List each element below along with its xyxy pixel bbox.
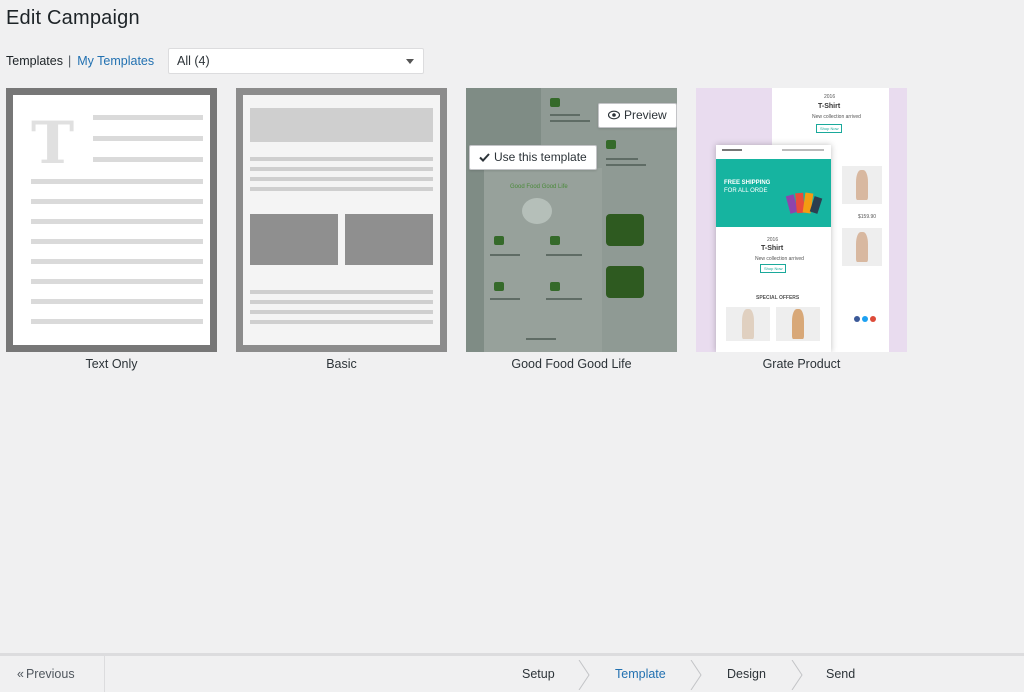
wizard-navigation-bar: « Previous Setup Template Design Send	[0, 653, 1024, 692]
template-thumbnail-basic[interactable]	[236, 88, 447, 352]
template-filter-links: Templates | My Templates	[6, 48, 154, 74]
previous-button[interactable]: « Previous	[0, 656, 105, 692]
thumb-banner-line1: FREE SHIPPING	[724, 180, 771, 186]
thumb-year-front: 2016	[767, 237, 779, 243]
template-name: Basic	[326, 357, 357, 371]
page-title: Edit Campaign	[6, 7, 140, 29]
filter-my-templates-link[interactable]: My Templates	[77, 54, 154, 68]
thumb-title-front: T-Shirt	[761, 245, 784, 252]
template-thumbnail-text-only[interactable]: T	[6, 88, 217, 352]
thumb-title: T-Shirt	[818, 103, 841, 110]
wizard-step-label: Design	[727, 667, 766, 681]
template-card-basic[interactable]: Basic	[236, 88, 447, 371]
template-card-good-food[interactable]: Good Food Good Life Preview Use this tem…	[466, 88, 677, 371]
template-card-grate-product[interactable]: 2016 T-Shirt New collection arrived Shop…	[696, 88, 907, 371]
text-glyph-icon: T	[31, 109, 75, 177]
step-separator-icon	[578, 660, 590, 690]
category-select-value: All (4)	[177, 54, 210, 68]
thumb-shop-button: Shop Now	[816, 124, 843, 133]
step-separator-icon	[690, 660, 702, 690]
use-template-button[interactable]: Use this template	[469, 145, 597, 170]
wizard-step-setup[interactable]: Setup	[522, 656, 555, 692]
wizard-step-label: Send	[826, 667, 856, 681]
thumb-shop-button-front: Shop Now	[760, 264, 787, 273]
thumb-subtitle-front: New collection arrived	[755, 256, 804, 262]
template-name: Good Food Good Life	[511, 357, 632, 371]
thumb-price: $159.90	[858, 214, 877, 220]
eye-icon	[607, 109, 621, 123]
wizard-step-send[interactable]: Send	[826, 656, 855, 692]
filter-templates-current[interactable]: Templates	[6, 54, 63, 68]
wizard-step-design[interactable]: Design	[727, 656, 766, 692]
template-name: Text Only	[85, 357, 138, 371]
wizard-step-label: Template	[615, 667, 666, 681]
preview-button[interactable]: Preview	[598, 103, 677, 128]
thumb-special-offers: SPECIAL OFFERS	[756, 295, 800, 301]
use-template-button-label: Use this template	[494, 150, 587, 164]
template-card-text-only[interactable]: T Text Only	[6, 88, 217, 371]
thumb-year: 2016	[824, 94, 836, 100]
thumb-banner-line2: FOR ALL ORDE	[724, 188, 768, 194]
checkmark-icon	[479, 151, 490, 165]
wizard-step-template[interactable]: Template	[615, 656, 666, 692]
thumb-subtitle: New collection arrived	[812, 114, 861, 120]
category-select[interactable]: All (4)	[168, 48, 424, 74]
wizard-step-label: Setup	[522, 667, 555, 681]
template-thumbnail-good-food[interactable]: Good Food Good Life Preview Use this tem…	[466, 88, 677, 352]
template-name: Grate Product	[762, 357, 841, 371]
chevron-down-icon	[406, 59, 414, 64]
double-chevron-left-icon: «	[17, 667, 24, 681]
thumb-heading: Good Food Good Life	[510, 184, 568, 190]
preview-button-label: Preview	[624, 108, 667, 122]
filter-separator: |	[67, 54, 72, 68]
previous-button-label: Previous	[25, 667, 75, 681]
step-separator-icon	[791, 660, 803, 690]
template-thumbnail-grate-product[interactable]: 2016 T-Shirt New collection arrived Shop…	[696, 88, 907, 352]
